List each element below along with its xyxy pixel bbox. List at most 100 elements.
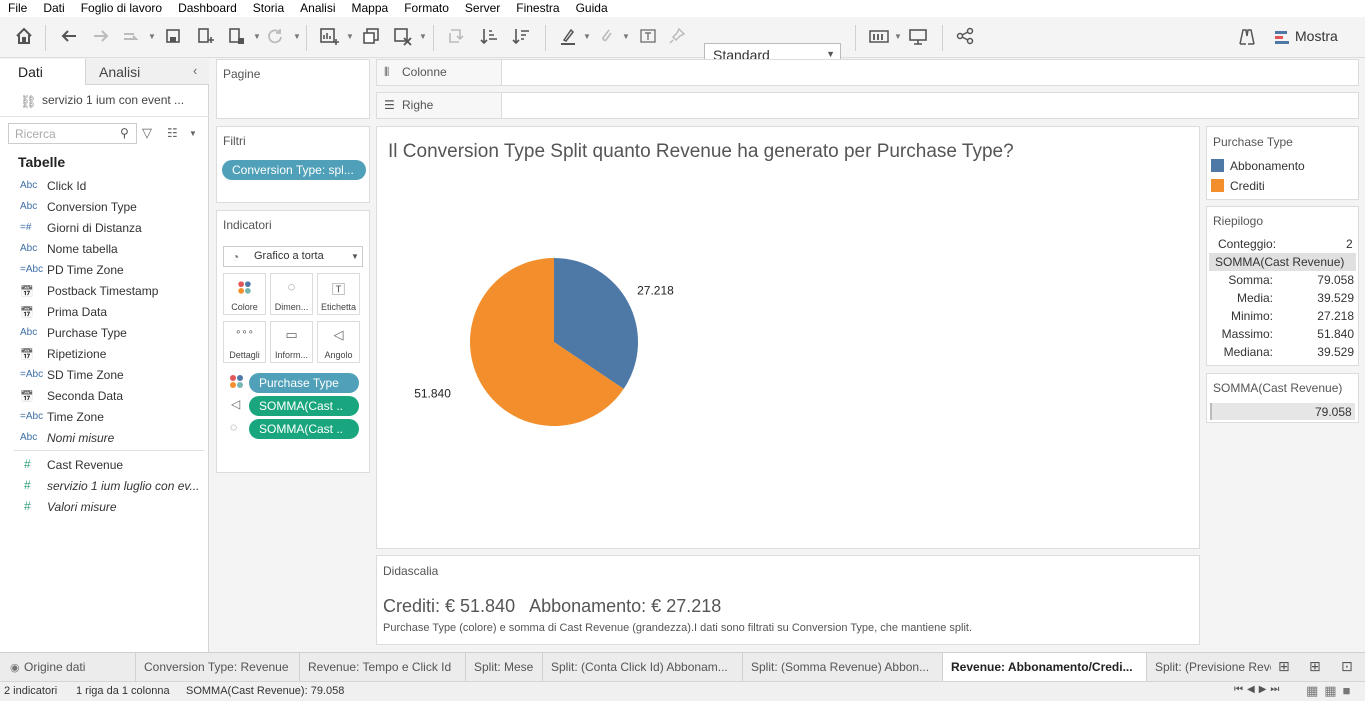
new-story-tab-icon[interactable]: ⊡ [1341,658,1353,675]
redo-icon[interactable] [90,26,112,48]
new-worksheet-icon[interactable] [318,26,340,48]
pause-updates-icon[interactable] [225,26,247,48]
show-me-button[interactable]: Mostra [1295,28,1338,44]
replay-icon[interactable] [120,26,142,48]
save-icon[interactable] [162,26,184,48]
pill-size-sum-cast-revenue[interactable]: SOMMA(Cast .. [249,419,359,439]
duplicate-icon[interactable] [360,26,382,48]
field-dimension[interactable]: Abc Nomi misure [0,428,209,449]
field-dimension[interactable]: =Abc SD Time Zone [0,365,209,386]
datasource-item[interactable]: ⛓ servizio 1 ium con event ... [0,85,209,117]
tab-analysis[interactable]: Analisi [85,59,209,85]
show-me-icon[interactable] [1275,29,1291,45]
legend-item-crediti[interactable]: Crediti [1230,179,1265,193]
size-button[interactable]: ◌ Dimen... [270,273,313,315]
share-icon[interactable] [954,26,976,48]
view-options-dropdown-icon[interactable]: ▼ [189,129,197,138]
field-dimension[interactable]: Abc Click Id [0,176,209,197]
tab-datasource[interactable]: Origine dati [16,653,136,682]
sort-ascending-icon[interactable] [478,26,500,48]
field-dimension[interactable]: 📅 Prima Data [0,302,209,323]
sheet-tab[interactable]: Split: (Conta Click Id) Abbonam... [543,653,743,682]
group-dropdown-icon[interactable]: ▼ [622,32,630,41]
new-worksheet-dropdown-icon[interactable]: ▼ [346,32,354,41]
new-worksheet-tab-icon[interactable]: ⊞ [1278,658,1290,675]
menu-story[interactable]: Storia [245,0,292,17]
new-dashboard-tab-icon[interactable]: ⊞ [1309,658,1321,675]
clear-sheet-icon[interactable] [391,26,413,48]
sheet-tab[interactable]: Split: (Somma Revenue) Abbon... [743,653,943,682]
filters-shelf[interactable]: Filtri Conversion Type: spl... [216,126,370,203]
collapse-icon[interactable]: ‹ [193,63,197,78]
size-icon: ◌ [287,279,296,294]
field-measure[interactable]: # servizio 1 ium luglio con ev... [0,476,209,497]
field-dimension[interactable]: 📅 Seconda Data [0,386,209,407]
menu-analysis[interactable]: Analisi [292,0,343,17]
highlight-dropdown-icon[interactable]: ▼ [583,32,591,41]
replay-dropdown-icon[interactable]: ▼ [148,32,156,41]
view-options-icon[interactable]: ☷ [167,126,178,140]
angle-button[interactable]: ◁ Angolo [317,321,360,363]
highlight-icon[interactable] [557,26,579,48]
color-button[interactable]: Colore [223,273,266,315]
menu-dashboard[interactable]: Dashboard [170,0,245,17]
mark-type-select[interactable]: ◔ Grafico a torta ▼ [223,246,363,267]
field-dimension[interactable]: 📅 Postback Timestamp [0,281,209,302]
view-mode-icons[interactable]: ▦▦■ [1306,683,1356,699]
pill-purchase-type[interactable]: Purchase Type [249,373,359,393]
pages-shelf[interactable]: Pagine [216,59,370,119]
rows-shelf[interactable]: ☰ Righe [376,92,1359,119]
search-input[interactable]: Ricerca ⚲ [8,123,137,144]
cards-dropdown-icon[interactable]: ▼ [894,32,902,41]
field-dimension[interactable]: 📅 Ripetizione [0,344,209,365]
label-button[interactable]: 🅃 Etichetta [317,273,360,315]
field-dimension[interactable]: =Abc PD Time Zone [0,260,209,281]
refresh-icon[interactable] [264,26,286,48]
field-dimension[interactable]: Abc Conversion Type [0,197,209,218]
new-datasource-icon[interactable] [194,26,216,48]
swap-icon[interactable] [445,26,467,48]
tab-data[interactable]: Dati [0,59,85,85]
pause-dropdown-icon[interactable]: ▼ [253,32,261,41]
clear-dropdown-icon[interactable]: ▼ [419,32,427,41]
tooltip-button[interactable]: ▭ Inform... [270,321,313,363]
field-dimension[interactable]: =Abc Time Zone [0,407,209,428]
sheet-tab[interactable]: Split: (Previsione Rever [1147,653,1287,682]
columns-shelf[interactable]: ⦀ Colonne [376,59,1359,86]
menu-worksheet[interactable]: Foglio di lavoro [73,0,170,17]
filter-icon[interactable]: ▽ [142,125,152,141]
menu-format[interactable]: Formato [396,0,457,17]
sheet-tab[interactable]: Revenue: Abbonamento/Credi... [943,653,1147,682]
presentation-mode-icon[interactable] [907,26,929,48]
menu-file[interactable]: File [0,0,35,17]
group-members-icon[interactable] [595,26,617,48]
book-icon[interactable] [1236,26,1258,48]
sheet-tab[interactable]: Conversion Type: Revenue [136,653,300,682]
sheet-tab[interactable]: Split: Mese [466,653,543,682]
field-measure[interactable]: # Cast Revenue [0,455,209,476]
pie-chart[interactable]: 27.218 51.840 [377,127,1199,548]
legend-item-abbonamento[interactable]: Abbonamento [1230,159,1305,173]
home-icon[interactable] [13,26,35,48]
field-measure[interactable]: # Valori misure [0,497,209,518]
field-dimension[interactable]: Abc Purchase Type [0,323,209,344]
menu-server[interactable]: Server [457,0,508,17]
sort-descending-icon[interactable] [510,26,532,48]
fix-axes-icon[interactable] [666,26,688,48]
number-icon: # [24,478,31,492]
pill-angle-sum-cast-revenue[interactable]: SOMMA(Cast .. [249,396,359,416]
field-dimension[interactable]: =# Giorni di Distanza [0,218,209,239]
detail-button[interactable]: ∘∘∘ Dettagli [223,321,266,363]
field-dimension[interactable]: Abc Nome tabella [0,239,209,260]
menu-map[interactable]: Mappa [344,0,397,17]
filter-pill-conversion-type[interactable]: Conversion Type: spl... [222,160,366,180]
undo-icon[interactable] [58,26,80,48]
refresh-dropdown-icon[interactable]: ▼ [293,32,301,41]
tab-navigation-icons[interactable]: ⏮◀▶⏭ [1234,684,1283,695]
menu-help[interactable]: Guida [568,0,616,17]
menu-data[interactable]: Dati [35,0,72,17]
show-me-cards-icon[interactable] [868,26,890,48]
show-labels-icon[interactable] [637,26,659,48]
menu-window[interactable]: Finestra [508,0,567,17]
sheet-tab[interactable]: Revenue: Tempo e Click Id [300,653,466,682]
